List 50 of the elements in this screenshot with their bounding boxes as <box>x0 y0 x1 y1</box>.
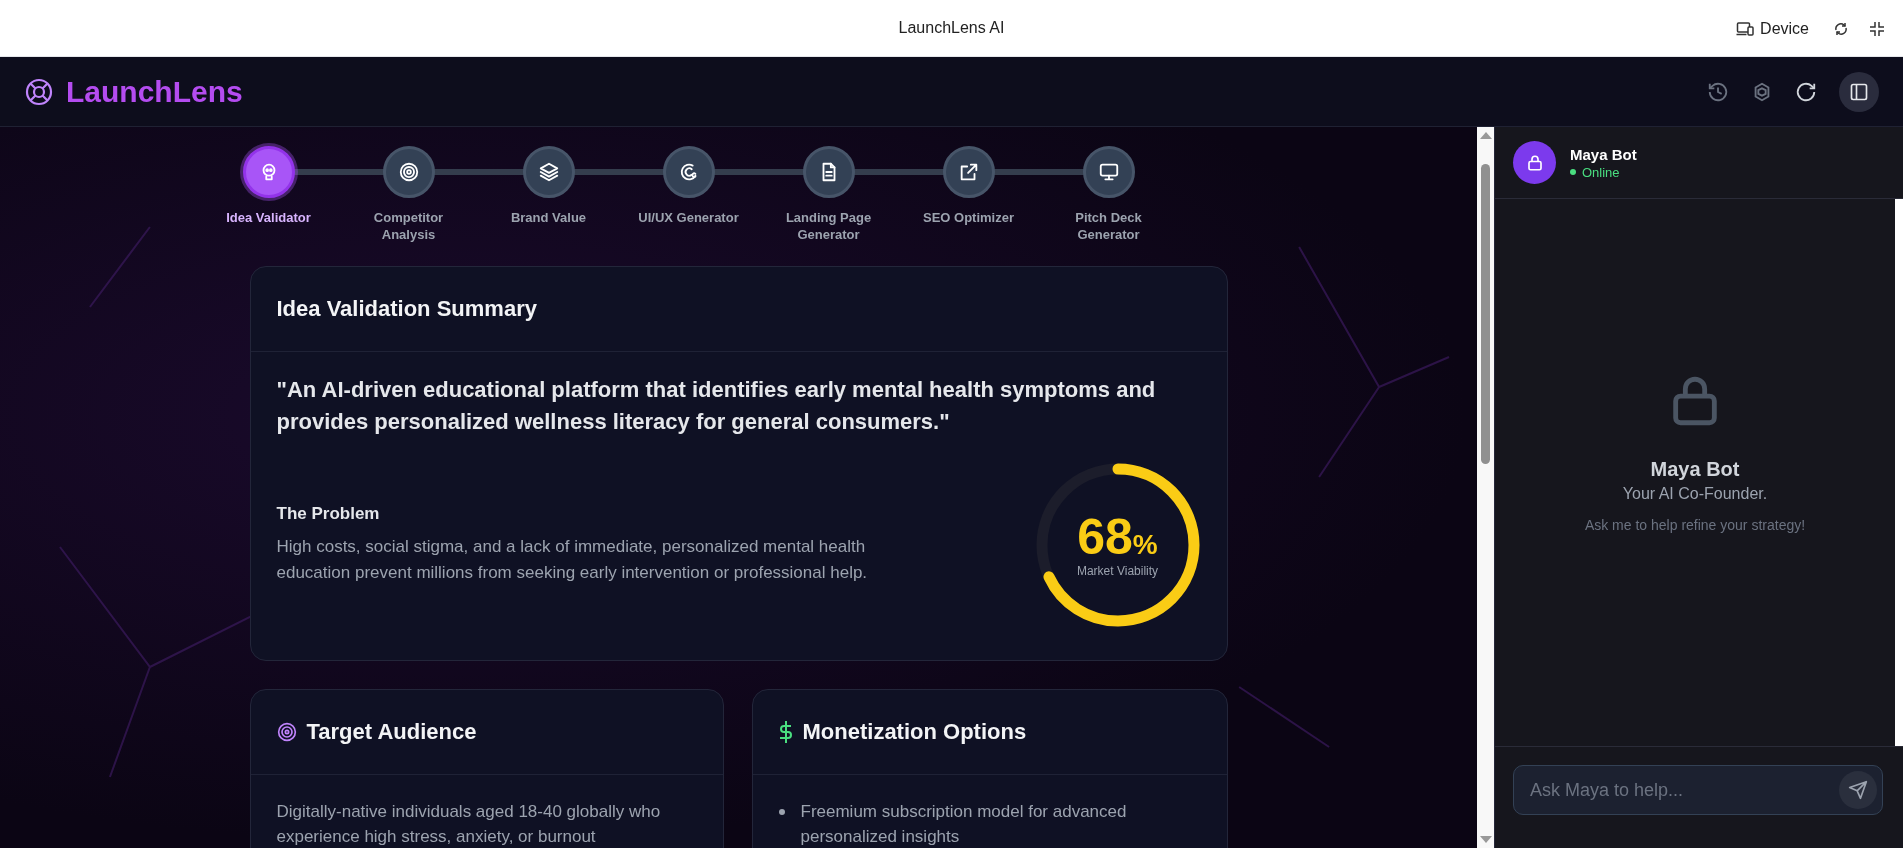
lock-icon <box>1525 153 1544 172</box>
viability-label: Market Viability <box>1076 563 1159 578</box>
step-button[interactable] <box>1082 146 1135 198</box>
send-icon <box>1848 780 1868 800</box>
step-label: UI/UX Generator <box>637 210 740 227</box>
step-button[interactable] <box>942 146 995 198</box>
list-item: Freemium subscription model for advanced personalized insights <box>800 800 1128 848</box>
step-button[interactable] <box>522 146 575 198</box>
problem-heading: The Problem <box>276 504 381 525</box>
scrollbar[interactable] <box>1477 127 1494 848</box>
bullet-icon <box>778 808 785 815</box>
step-button[interactable] <box>662 146 715 198</box>
idea-quote: "An AI-driven educational platform that identifies early mental health symptoms and provides personalized wellness literacy for general consumers." <box>276 375 1157 436</box>
step-label: Pitch Deck Generator <box>1074 210 1143 244</box>
page-title: LaunchLens AI <box>898 19 1005 37</box>
viability-value: 68% <box>1077 511 1158 562</box>
sidebar-icon <box>1849 81 1869 102</box>
sidebar-toggle-button[interactable] <box>1839 71 1879 112</box>
empty-hint: Ask me to help refine your strategy! <box>1584 517 1806 533</box>
collapse-icon[interactable] <box>1869 20 1885 37</box>
card-title: Idea Validation Summary <box>276 295 537 322</box>
app-logo: LaunchLens <box>66 74 243 109</box>
device-button[interactable]: Device <box>1732 17 1813 40</box>
status-text: Online <box>1582 164 1620 180</box>
card-title: Monetization Options <box>802 718 1027 745</box>
rotate-icon[interactable] <box>1833 20 1849 37</box>
dollar-icon <box>778 719 793 744</box>
step-button[interactable] <box>382 146 435 198</box>
target-icon <box>276 721 297 742</box>
step-label: Brand Value <box>509 210 588 227</box>
chat-input-field[interactable]: Ask Maya to help... <box>1513 765 1883 815</box>
bot-name: Maya Bot <box>1570 145 1637 163</box>
step-label: SEO Optimizer <box>922 210 1015 227</box>
step-label: Competitor Analysis <box>372 210 445 244</box>
lifebuoy-icon <box>24 76 54 107</box>
monitor-icon <box>1097 161 1120 183</box>
step-button[interactable] <box>802 146 855 198</box>
device-icon <box>1736 20 1755 37</box>
target-icon <box>397 161 420 183</box>
history-icon[interactable] <box>1707 80 1729 103</box>
step-label: Idea Validator <box>225 210 312 227</box>
empty-subtitle: Your AI Co-Founder. <box>1622 485 1768 503</box>
layers-icon <box>537 161 560 183</box>
refresh-icon[interactable] <box>1795 80 1817 103</box>
card-title: Target Audience <box>306 718 477 745</box>
step-button[interactable] <box>242 146 295 198</box>
step-label: Landing Page Generator <box>784 210 873 244</box>
audience-text: Digitally-native individuals aged 18-40 globally who experience high stress, anxiety, or burnout <box>276 800 662 848</box>
problem-text: High costs, social stigma, and a lack of immediate, personalized mental health education prevent millions from seeking early intervention or professional help. <box>276 536 869 584</box>
empty-title: Maya Bot <box>1650 458 1740 481</box>
